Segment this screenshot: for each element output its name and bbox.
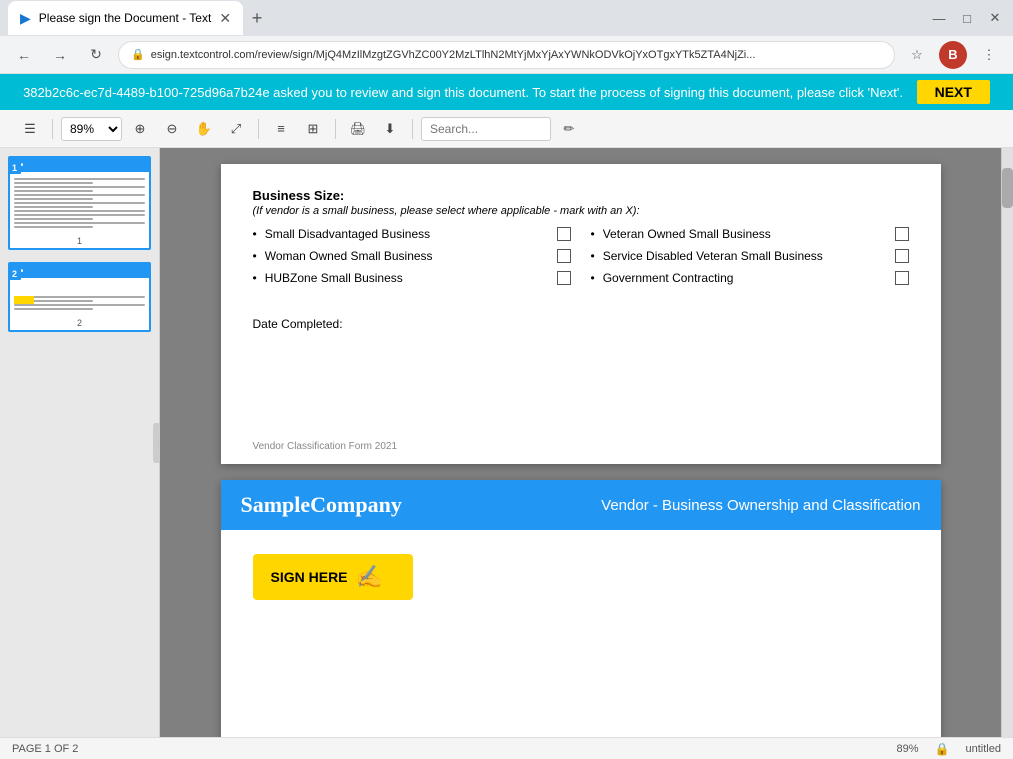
print-button[interactable]: 🖨 — [344, 115, 372, 143]
item-small-disadvantaged: Small Disadvantaged Business — [265, 227, 549, 241]
url-bar[interactable]: 🔒 esign.textcontrol.com/review/sign/MjQ4… — [118, 41, 895, 69]
download-button[interactable]: ⬇ — [376, 115, 404, 143]
sign-here-label: SIGN HERE — [271, 569, 348, 585]
page1-footer: Vendor Classification Form 2021 — [253, 441, 398, 452]
sign-here-thumb — [14, 296, 34, 304]
item-veteran-owned: Veteran Owned Small Business — [603, 227, 887, 241]
bullet-2: • — [253, 249, 257, 263]
thumb-content-1 — [10, 172, 149, 234]
date-completed-label: Date Completed: — [253, 317, 909, 331]
thumb-header-2: ■■■ — [10, 264, 149, 278]
pdf-page-2: SampleCompany Vendor - Business Ownershi… — [221, 480, 941, 737]
company-name: SampleCompany — [241, 492, 402, 518]
minimize-button[interactable]: — — [929, 8, 949, 28]
new-tab-button[interactable]: + — [243, 4, 271, 32]
page-status: PAGE 1 OF 2 — [12, 743, 78, 755]
close-button[interactable]: ✕ — [985, 8, 1005, 28]
thumb-header-1: ■■■ — [10, 158, 149, 172]
bullet-3: • — [253, 271, 257, 285]
thumb-page-num-2: 2 — [10, 316, 149, 330]
page-thumbnail-sidebar: 1 ■■■ — [0, 148, 160, 737]
business-size-subtitle: (If vendor is a small business, please s… — [253, 205, 909, 217]
tab-favicon: ▶ — [20, 10, 31, 27]
checkbox-veteran-owned[interactable] — [895, 227, 909, 241]
url-text: esign.textcontrol.com/review/sign/MjQ4Mz… — [151, 49, 756, 61]
bullet-4: • — [591, 227, 595, 241]
sign-icon: ✍ — [356, 564, 383, 590]
fit-page-button[interactable]: ⤢ — [222, 115, 250, 143]
filename-status: untitled — [966, 743, 1001, 755]
pdf-viewer: Business Size: (If vendor is a small bus… — [160, 148, 1001, 737]
lock-icon: 🔒 — [131, 48, 145, 61]
pdf-page-1: Business Size: (If vendor is a small bus… — [221, 164, 941, 464]
item-service-disabled: Service Disabled Veteran Small Business — [603, 249, 887, 263]
sidebar-toggle-button[interactable]: ☰ — [16, 115, 44, 143]
sidebar-collapse-button[interactable]: › — [153, 423, 160, 463]
scroll-vertical-button[interactable]: ≡ — [267, 115, 295, 143]
page-thumbnail-2[interactable]: 2 ■■■ 2 — [8, 262, 151, 332]
checkbox-small-disadvantaged[interactable] — [557, 227, 571, 241]
item-woman-owned: Woman Owned Small Business — [265, 249, 549, 263]
page2-document-title: Vendor - Business Ownership and Classifi… — [601, 497, 920, 514]
reload-button[interactable]: ↻ — [82, 41, 110, 69]
banner-text: 382b2c6c-ec7d-4489-b100-725d96a7b24e ask… — [23, 85, 903, 100]
search-input[interactable] — [421, 117, 551, 141]
business-size-title: Business Size: — [253, 188, 909, 203]
checkbox-woman-owned[interactable] — [557, 249, 571, 263]
bookmark-button[interactable]: ☆ — [903, 41, 931, 69]
tab-close-button[interactable]: ✕ — [219, 10, 231, 27]
scroll-grid-button[interactable]: ⊞ — [299, 115, 327, 143]
page2-header: SampleCompany Vendor - Business Ownershi… — [221, 480, 941, 530]
info-banner: 382b2c6c-ec7d-4489-b100-725d96a7b24e ask… — [0, 74, 1013, 110]
pen-tool-button[interactable]: ✏ — [555, 115, 583, 143]
sign-here-button[interactable]: SIGN HERE ✍ — [253, 554, 413, 600]
page-thumbnail-1[interactable]: 1 ■■■ — [8, 156, 151, 250]
status-bar: PAGE 1 OF 2 89% 🔒 untitled — [0, 737, 1013, 759]
zoom-in-button[interactable]: ⊕ — [126, 115, 154, 143]
item-hubzone: HUBZone Small Business — [265, 271, 549, 285]
maximize-button[interactable]: □ — [957, 8, 977, 28]
menu-button[interactable]: ⋮ — [975, 41, 1003, 69]
bullet-5: • — [591, 249, 595, 263]
checkbox-govt-contracting[interactable] — [895, 271, 909, 285]
thumb-page-num-1: 1 — [10, 234, 149, 248]
vertical-scrollbar[interactable] — [1001, 148, 1013, 737]
next-button[interactable]: NEXT — [917, 80, 990, 104]
bullet-1: • — [253, 227, 257, 241]
active-tab[interactable]: ▶ Please sign the Document - Text ✕ — [8, 1, 243, 35]
checkbox-service-disabled[interactable] — [895, 249, 909, 263]
profile-button[interactable]: B — [939, 41, 967, 69]
zoom-status: 89% — [897, 743, 919, 755]
tab-title: Please sign the Document - Text — [39, 11, 212, 25]
viewer-toolbar: ☰ 89% 50% 75% 100% 125% 150% 200% ⊕ ⊖ ✋ … — [0, 110, 1013, 148]
item-govt-contracting: Government Contracting — [603, 271, 887, 285]
checkbox-hubzone[interactable] — [557, 271, 571, 285]
bullet-6: • — [591, 271, 595, 285]
zoom-out-button[interactable]: ⊖ — [158, 115, 186, 143]
thumb-label-1: 1 — [8, 162, 21, 174]
forward-button[interactable]: → — [46, 41, 74, 69]
zoom-select[interactable]: 89% 50% 75% 100% 125% 150% 200% — [61, 117, 122, 141]
thumb-content-2 — [10, 278, 149, 316]
lock-status-icon: 🔒 — [935, 742, 950, 756]
back-button[interactable]: ← — [10, 41, 38, 69]
hand-tool-button[interactable]: ✋ — [190, 115, 218, 143]
